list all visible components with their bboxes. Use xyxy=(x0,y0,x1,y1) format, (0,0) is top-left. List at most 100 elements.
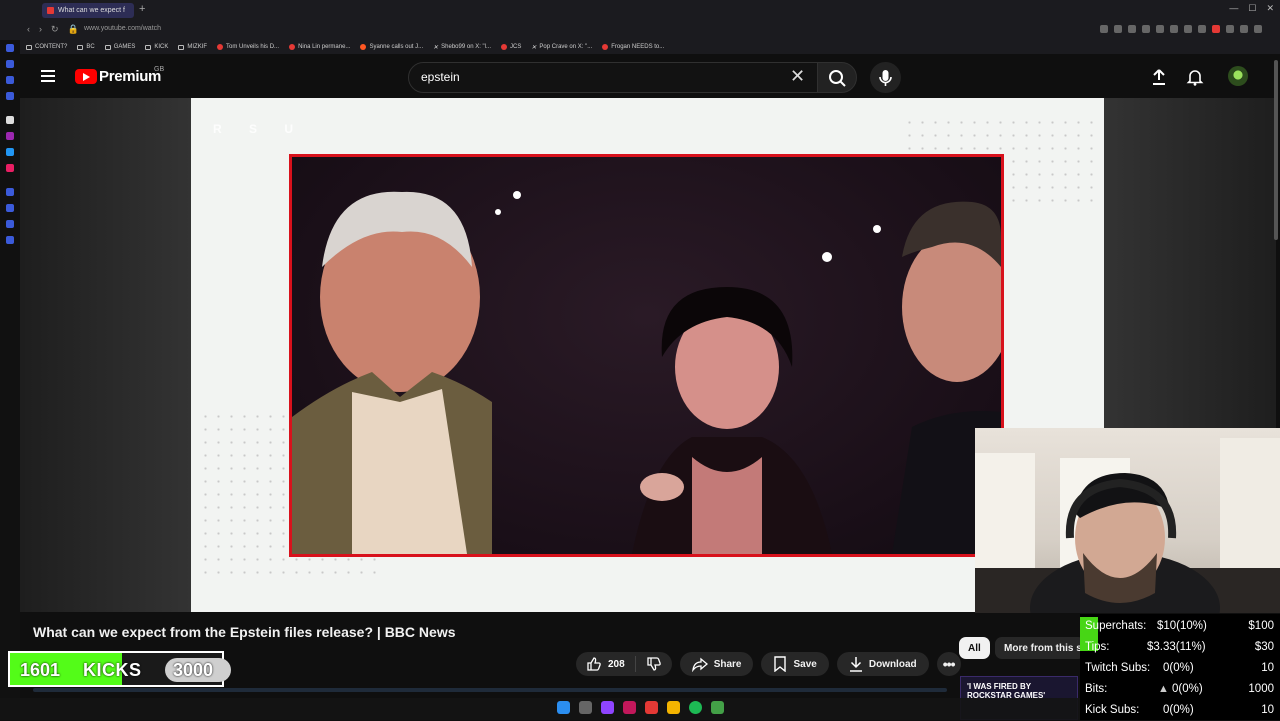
sidebar-app-icon[interactable] xyxy=(6,92,14,100)
stats-label: Kick Subs: xyxy=(1085,704,1140,716)
windows-start-icon[interactable] xyxy=(557,701,570,714)
create-button[interactable] xyxy=(1150,68,1168,91)
search-value[interactable]: epstein xyxy=(421,70,460,84)
warning-icon: ▲ xyxy=(1158,683,1169,695)
extension-icon[interactable] xyxy=(1170,25,1178,33)
streamer-webcam xyxy=(975,428,1280,613)
youtube-logo-icon[interactable] xyxy=(75,69,97,84)
spotify-icon[interactable] xyxy=(689,701,702,714)
bookmark-link[interactable]: Tom Unveils his D... xyxy=(217,44,279,50)
webcam-scene xyxy=(975,438,1280,613)
share-button[interactable]: Share xyxy=(679,652,754,676)
search-icon[interactable] xyxy=(579,701,592,714)
like-count: 208 xyxy=(608,658,625,670)
dislike-button[interactable] xyxy=(636,656,672,672)
reddit-favicon-icon xyxy=(360,44,367,50)
sidebar-app-icon[interactable] xyxy=(6,188,14,196)
youtube-favicon-icon xyxy=(501,44,508,50)
search-button[interactable] xyxy=(817,62,857,93)
maximize-icon[interactable]: ☐ xyxy=(1248,3,1256,14)
photo-people xyxy=(292,191,1001,554)
xbox-icon[interactable] xyxy=(711,701,724,714)
bookmark-link[interactable]: Frogan NEEDS to... xyxy=(602,44,664,50)
kicks-goal-widget: 1601 KICKS 3000 xyxy=(8,651,231,687)
bookmark-link[interactable]: ✕ Pop Crave on X: "... xyxy=(531,44,592,51)
settings-icon[interactable] xyxy=(6,236,14,244)
chip-all[interactable]: All xyxy=(959,637,990,659)
extension-icon[interactable] xyxy=(1198,25,1206,33)
download-label: Download xyxy=(868,658,917,670)
sidebar-app-icon[interactable] xyxy=(6,60,14,68)
sidebar-app-icon[interactable] xyxy=(6,220,14,228)
page-scrollbar[interactable] xyxy=(1274,60,1278,240)
bookmark-link[interactable]: Nina Lin permane... xyxy=(289,44,350,50)
sidebar-app-icon[interactable] xyxy=(6,76,14,84)
extension-icon[interactable] xyxy=(1212,25,1220,33)
extension-icon[interactable] xyxy=(1128,25,1136,33)
more-actions-button[interactable]: ••• xyxy=(936,652,961,676)
notifications-button[interactable] xyxy=(1186,68,1204,91)
browser-icon[interactable] xyxy=(645,701,658,714)
folder-icon xyxy=(77,44,84,50)
bookmark-folder[interactable]: MIZKIF xyxy=(178,44,207,50)
kicks-label: KICKS xyxy=(83,660,142,680)
sidebar-app-icon[interactable] xyxy=(6,116,14,124)
chip-more-from-channel[interactable]: More from this s xyxy=(995,637,1085,659)
extension-icons xyxy=(1100,25,1262,33)
shield-icon[interactable] xyxy=(1142,25,1150,33)
extension-icon[interactable] xyxy=(1226,25,1234,33)
zoom-icon[interactable] xyxy=(1100,25,1108,33)
sidebar-app-icon[interactable] xyxy=(6,44,14,52)
browser-tab[interactable]: What can we expect f xyxy=(42,3,134,18)
bookmark-folder[interactable]: BC xyxy=(77,44,95,50)
heart-icon[interactable] xyxy=(1184,25,1192,33)
like-dislike-group: 208 xyxy=(576,652,672,676)
voice-search-button[interactable] xyxy=(870,62,901,93)
stats-row: Kick Subs: 0(0%) 10 xyxy=(1085,701,1275,721)
url-field[interactable]: www.youtube.com/watch xyxy=(84,25,161,32)
reload-icon[interactable]: ↻ xyxy=(51,24,59,35)
taskbar-icons xyxy=(557,701,724,714)
stats-row: Bits: ▲ 0(0%) 1000 xyxy=(1085,680,1275,700)
bookmark-link[interactable]: Syanne calls out J... xyxy=(360,44,423,50)
twitch-icon[interactable] xyxy=(6,132,14,140)
minimize-icon[interactable]: — xyxy=(1229,3,1238,14)
stats-goal: 1000 xyxy=(1248,683,1274,695)
new-tab-button[interactable]: + xyxy=(139,3,145,15)
extension-icon[interactable] xyxy=(1114,25,1122,33)
search-input[interactable] xyxy=(408,62,818,93)
bookmark-folder[interactable]: GAMES xyxy=(104,44,135,50)
folder-icon[interactable] xyxy=(667,701,680,714)
bookmark-link[interactable]: ✕ Shebo99 on X: "l... xyxy=(433,44,491,51)
microphone-icon xyxy=(879,70,892,86)
video-photo xyxy=(289,154,1004,557)
menu-icon[interactable] xyxy=(41,70,55,82)
bookmark-folder[interactable]: CONTENT? xyxy=(26,44,67,50)
close-icon[interactable]: ✕ xyxy=(1266,3,1274,14)
menu-icon[interactable] xyxy=(1254,25,1262,33)
app-icon[interactable] xyxy=(623,701,636,714)
bookmark-folder[interactable]: KICK xyxy=(145,44,168,50)
bookmarks-bar: CONTENT? BC GAMES KICK MIZKIF Tom Unveil… xyxy=(0,40,1280,54)
address-bar xyxy=(0,20,1280,40)
discord-icon[interactable] xyxy=(601,701,614,714)
video-title: What can we expect from the Epstein file… xyxy=(33,624,456,640)
bookmark-link[interactable]: JCS xyxy=(501,44,521,50)
extension-icon[interactable] xyxy=(1156,25,1164,33)
forward-icon[interactable]: › xyxy=(39,24,42,35)
stats-goal: 10 xyxy=(1261,662,1274,674)
messenger-icon[interactable] xyxy=(6,148,14,156)
download-button[interactable]: Download xyxy=(836,652,929,676)
progress-bar[interactable] xyxy=(33,688,947,692)
save-button[interactable]: Save xyxy=(761,652,829,676)
like-button[interactable]: 208 xyxy=(576,656,636,672)
brand-text[interactable]: Premium xyxy=(99,68,161,85)
instagram-icon[interactable] xyxy=(6,164,14,172)
avatar[interactable] xyxy=(1228,66,1248,86)
sidebar-app-icon[interactable] xyxy=(6,204,14,212)
download-icon[interactable] xyxy=(1240,25,1248,33)
lock-icon: 🔒 xyxy=(67,24,79,34)
clear-search-icon[interactable]: ✕ xyxy=(790,66,805,87)
stats-value: 0(0%) xyxy=(1172,683,1203,695)
back-icon[interactable]: ‹ xyxy=(27,24,30,35)
